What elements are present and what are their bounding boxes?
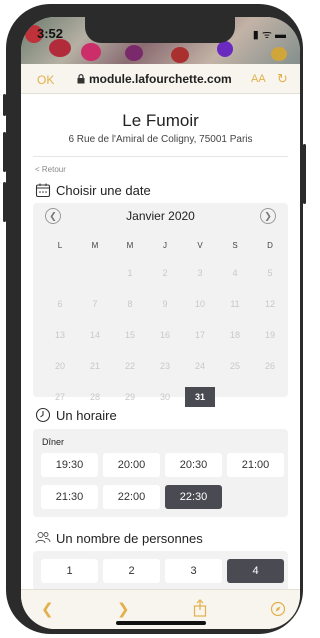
calendar-day[interactable]: 24 [185, 356, 215, 376]
weekday-label: M [91, 241, 99, 250]
service-label: Dîner [42, 437, 65, 447]
ok-button[interactable]: OK [37, 73, 54, 87]
compass-icon[interactable] [270, 601, 286, 617]
calendar-day[interactable]: 13 [45, 325, 75, 345]
calendar-day[interactable]: 30 [150, 387, 180, 407]
url-text[interactable]: module.lafourchette.com [89, 72, 232, 86]
people-section-title: Un nombre de personnes [56, 531, 203, 546]
calendar-day[interactable]: 27 [45, 387, 75, 407]
calendar-day[interactable]: 19 [255, 325, 285, 345]
notch [85, 17, 235, 43]
calendar-day[interactable]: 8 [115, 294, 145, 314]
calendar-day[interactable]: 3 [185, 263, 215, 283]
weekday-label: D [267, 241, 273, 250]
calendar-day[interactable]: 14 [80, 325, 110, 345]
lock-icon [77, 74, 85, 84]
party-size-button[interactable]: 2 [103, 559, 160, 583]
calendar-day[interactable]: 29 [115, 387, 145, 407]
calendar-day[interactable]: 12 [255, 294, 285, 314]
screen: 3:52 ▮ ᯤ ▬ OK module.lafourchette.com AA… [21, 17, 300, 629]
time-slot-button[interactable]: 20:00 [103, 453, 160, 477]
calendar-day[interactable]: 10 [185, 294, 215, 314]
calendar-day[interactable]: 1 [115, 263, 145, 283]
back-link[interactable]: < Retour [35, 165, 66, 174]
calendar-day[interactable]: 9 [150, 294, 180, 314]
calendar-day[interactable]: 6 [45, 294, 75, 314]
calendar-icon [35, 183, 51, 198]
text-size-button[interactable]: AA [251, 73, 266, 85]
time-slot-button[interactable]: 20:30 [165, 453, 222, 477]
calendar-day[interactable]: 2 [150, 263, 180, 283]
date-section-title: Choisir une date [56, 183, 151, 198]
people-icon [35, 532, 51, 544]
back-arrow-icon[interactable]: ❮ [41, 600, 54, 618]
party-size-button[interactable]: 3 [165, 559, 222, 583]
calendar-month: Janvier 2020 [126, 209, 195, 223]
calendar-day[interactable]: 26 [255, 356, 285, 376]
time-slot-button[interactable]: 21:30 [41, 485, 98, 509]
calendar: ❮ Janvier 2020 ❯ LMMJVSD 1 2 3 4 5 6 7 8 9 10 11 12… [33, 203, 288, 407]
status-time: 3:52 [37, 26, 64, 41]
mute-switch [3, 94, 6, 116]
time-slot-button[interactable]: 22:30 [165, 485, 222, 509]
weekday-label: L [57, 241, 63, 250]
calendar-day[interactable]: 31 [185, 387, 215, 407]
restaurant-name: Le Fumoir [122, 111, 199, 130]
weekday-label: M [126, 241, 134, 250]
calendar-day[interactable]: 22 [115, 356, 145, 376]
weekday-label: J [163, 241, 167, 250]
calendar-day[interactable]: 25 [220, 356, 250, 376]
calendar-day[interactable]: 18 [220, 325, 250, 345]
calendar-day[interactable]: 20 [45, 356, 75, 376]
clock-icon [35, 407, 51, 423]
time-section-title: Un horaire [56, 408, 117, 423]
time-slots-panel: Dîner 19:30 20:00 20:30 21:00 21:30 22:00 22:3… [33, 429, 288, 517]
calendar-day[interactable]: 28 [80, 387, 110, 407]
power-button [303, 144, 306, 204]
page-content: Le Fumoir 6 Rue de l'Amiral de Coligny, … [21, 94, 300, 591]
calendar-day[interactable]: 21 [80, 356, 110, 376]
time-slot-button[interactable]: 22:00 [103, 485, 160, 509]
home-indicator [116, 621, 206, 625]
weekday-label: S [232, 241, 238, 250]
share-icon[interactable] [193, 599, 207, 617]
time-slot-button[interactable]: 21:00 [227, 453, 284, 477]
weekday-label: V [197, 241, 203, 250]
calendar-day[interactable]: 11 [220, 294, 250, 314]
party-size-button[interactable]: 1 [41, 559, 98, 583]
calendar-day[interactable]: 5 [255, 263, 285, 283]
phone-frame: 3:52 ▮ ᯤ ▬ OK module.lafourchette.com AA… [3, 4, 306, 634]
calendar-day[interactable]: 17 [185, 325, 215, 345]
calendar-day[interactable]: 7 [80, 294, 110, 314]
party-size-button[interactable]: 4 [227, 559, 284, 583]
reload-icon[interactable]: ↻ [277, 71, 288, 87]
status-icons: ▮ ᯤ ▬ [252, 29, 286, 41]
volume-up-button [3, 132, 6, 172]
forward-arrow-icon[interactable]: ❯ [117, 600, 130, 618]
calendar-day[interactable]: 16 [150, 325, 180, 345]
volume-down-button [3, 182, 6, 222]
restaurant-address: 6 Rue de l'Amiral de Coligny, 75001 Pari… [68, 134, 253, 145]
divider [33, 156, 288, 157]
calendar-day[interactable]: 15 [115, 325, 145, 345]
calendar-day[interactable]: 23 [150, 356, 180, 376]
next-month-button[interactable]: ❯ [260, 208, 276, 224]
browser-address-bar: OK module.lafourchette.com AA ↻ [21, 64, 300, 94]
calendar-day[interactable]: 4 [220, 263, 250, 283]
party-size-panel: 1234 [33, 551, 288, 591]
time-slot-button[interactable]: 19:30 [41, 453, 98, 477]
